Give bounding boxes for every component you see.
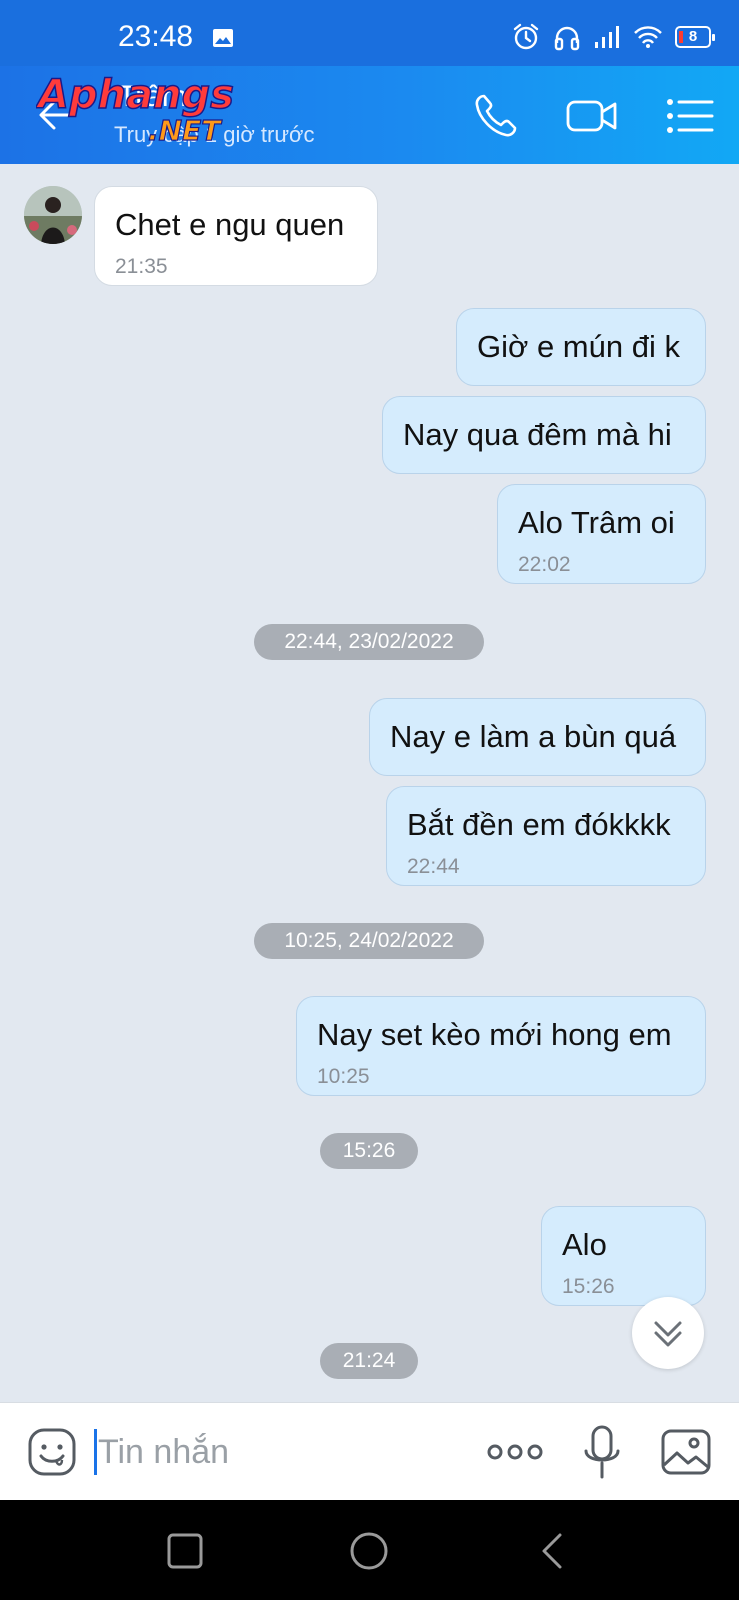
more-options-icon[interactable] [486, 1437, 544, 1467]
message-bubble-outgoing[interactable]: Alo 15:26 [541, 1206, 706, 1306]
message-time: 15:26 [562, 1275, 615, 1298]
message-text: Giờ e mún đi k [477, 329, 680, 364]
photo-icon [213, 29, 233, 47]
status-bar: 23:48 8 [0, 0, 739, 66]
recents-square-icon[interactable] [164, 1530, 206, 1572]
contact-avatar[interactable] [24, 186, 82, 244]
back-triangle-icon[interactable] [532, 1530, 574, 1572]
message-time: 22:02 [518, 553, 571, 576]
message-bubble-outgoing[interactable]: Nay qua đêm mà hi [382, 396, 706, 474]
battery-icon: 8 [675, 26, 715, 48]
message-text: Chet e ngu quen [115, 207, 345, 242]
message-composer [0, 1402, 739, 1500]
message-time: 10:25 [317, 1065, 370, 1088]
message-bubble-outgoing[interactable]: Alo Trâm oi 22:02 [497, 484, 706, 584]
message-text: Nay e làm a bùn quá [390, 719, 677, 754]
date-separator: 21:24 [320, 1343, 418, 1379]
system-navigation-bar [0, 1500, 739, 1600]
status-icons: 8 [511, 22, 715, 52]
message-bubble-outgoing[interactable]: Bắt đền em đókkkk 22:44 [386, 786, 706, 886]
watermark-logo: Aphangs .NET [36, 71, 235, 146]
date-separator: 22:44, 23/02/2022 [254, 624, 484, 660]
menu-list-icon[interactable] [664, 90, 716, 142]
headphones-icon [554, 26, 580, 51]
scroll-to-bottom-button[interactable] [632, 1297, 704, 1369]
message-list[interactable]: Chet e ngu quen 21:35 Giờ e mún đi k Nay… [0, 164, 739, 1402]
signal-icon [595, 26, 619, 48]
svg-text:Aphangs: Aphangs [36, 72, 234, 118]
message-text: Nay set kèo mới hong em [317, 1017, 672, 1052]
svg-text:.NET: .NET [148, 114, 222, 146]
message-text: Nay qua đêm mà hi [403, 417, 672, 452]
alarm-icon [513, 23, 539, 50]
wifi-icon [634, 26, 662, 48]
status-time: 23:48 [118, 20, 194, 53]
date-separator: 10:25, 24/02/2022 [254, 923, 484, 959]
image-icon[interactable] [660, 1427, 712, 1477]
phone-icon[interactable] [470, 90, 522, 142]
home-circle-icon[interactable] [348, 1530, 390, 1572]
message-time: 21:35 [115, 255, 168, 278]
microphone-icon[interactable] [582, 1425, 622, 1481]
video-camera-icon[interactable] [566, 90, 618, 142]
message-text: Alo Trâm oi [518, 505, 675, 540]
message-text: Bắt đền em đókkkk [407, 807, 671, 842]
message-bubble-outgoing[interactable]: Nay set kèo mới hong em 10:25 [296, 996, 706, 1096]
message-text: Alo [562, 1227, 607, 1262]
message-bubble-outgoing[interactable]: Giờ e mún đi k [456, 308, 706, 386]
text-cursor [94, 1429, 97, 1475]
message-time: 22:44 [407, 855, 460, 878]
date-separator: 15:26 [320, 1133, 418, 1169]
chevron-double-down-icon [654, 1321, 682, 1347]
message-bubble-outgoing[interactable]: Nay e làm a bùn quá [369, 698, 706, 776]
emoji-icon[interactable] [28, 1427, 76, 1477]
chat-header: Trâm Truy cập 1 giờ trước Aphangs .NET [0, 66, 739, 164]
message-input[interactable] [98, 1427, 458, 1477]
message-bubble-incoming[interactable]: Chet e ngu quen 21:35 [94, 186, 378, 286]
